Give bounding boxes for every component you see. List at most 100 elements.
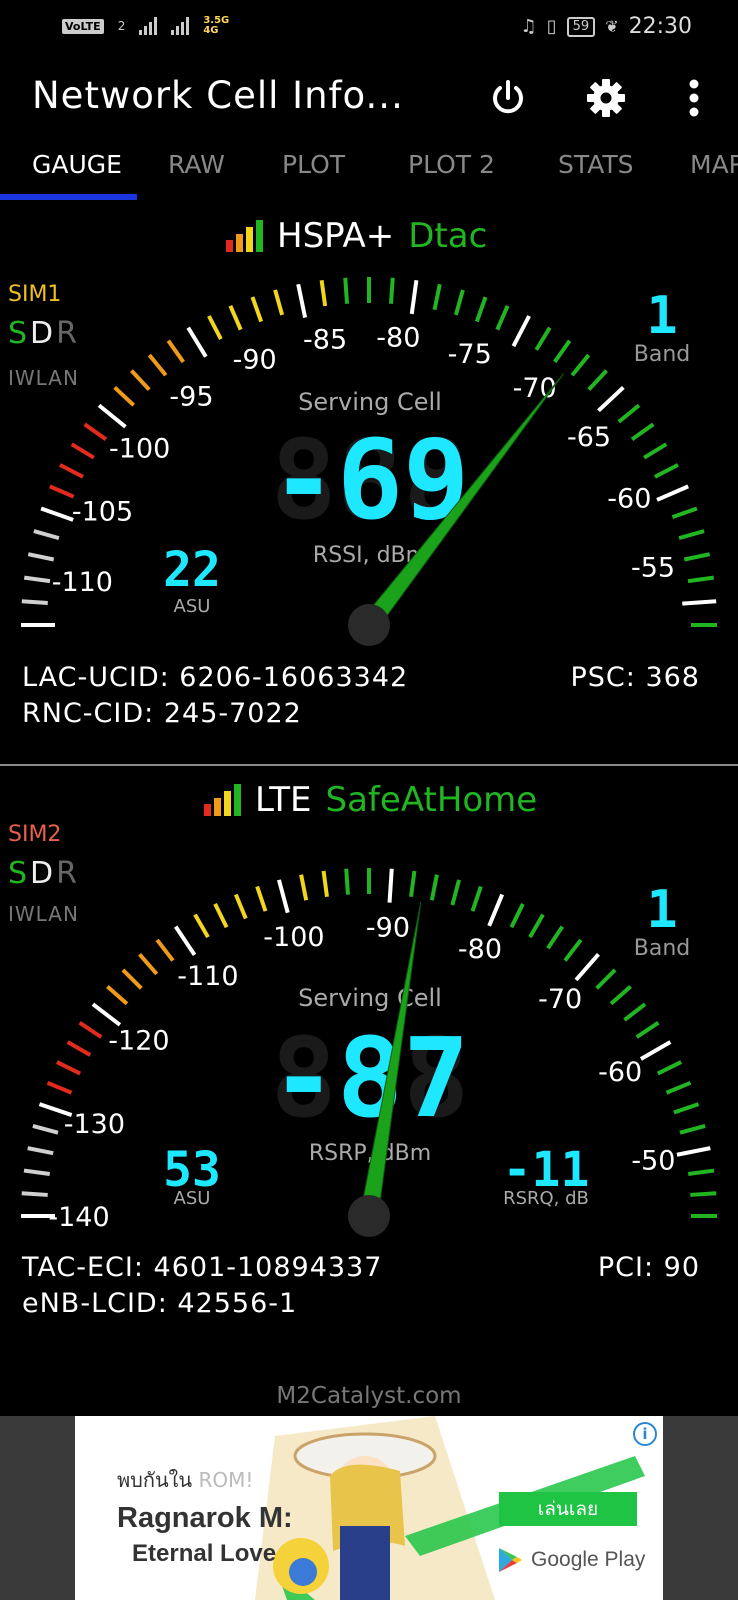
- sim1-section: HSPA+ Dtac SIM1 SDR IWLAN 1 Band -110 -10…: [0, 202, 738, 764]
- sim2-gauge-tick: [138, 953, 159, 976]
- signal-strength-icon: [139, 17, 158, 35]
- sim1-gauge-tick: [617, 403, 641, 424]
- sim1-psc: PSC: 368: [570, 662, 700, 693]
- sim2-gauge-tick: [450, 879, 462, 906]
- sim1-gauge-tick-label: -70: [513, 373, 557, 404]
- sim1-gauge-tick: [409, 279, 419, 315]
- sim1-network-header: HSPA+ Dtac: [226, 216, 487, 256]
- sim1-gauge-tick: [23, 575, 51, 584]
- tab-gauge[interactable]: GAUGE: [32, 150, 122, 179]
- sim1-gauge-tick-label: -75: [448, 339, 492, 370]
- sim1-gauge-tick: [553, 339, 572, 364]
- sim1-gauge-tick-label: -105: [72, 497, 133, 528]
- tab-indicator: [0, 194, 137, 200]
- sim2-technology: LTE: [255, 780, 312, 820]
- power-button[interactable]: [480, 70, 536, 126]
- overflow-menu-button[interactable]: [666, 70, 722, 126]
- headphones-icon: ♫: [520, 16, 537, 37]
- sim2-signal-bars-icon: [204, 784, 241, 816]
- sim1-gauge-tick: [33, 529, 60, 541]
- sim1-gauge-tick: [49, 484, 75, 499]
- sim1-gauge-tick: [343, 277, 350, 304]
- vibrate-icon: ▯: [546, 16, 557, 37]
- sim1-gauge-tick: [186, 326, 208, 358]
- sim2-gauge-tick: [470, 885, 483, 912]
- sim1-gauge-tick: [97, 403, 127, 429]
- sim2-gauge-tick: [679, 1123, 706, 1135]
- sim2-gauge-tick: [487, 893, 505, 927]
- tab-bar: GAUGE RAW PLOT PLOT 2 STATS MAP: [0, 138, 738, 202]
- sim2-gauge-tick: [639, 1040, 672, 1061]
- sim1-gauge-tick: [147, 353, 168, 377]
- tab-raw[interactable]: RAW: [168, 150, 225, 179]
- sim2-gauge-value: -87: [271, 1014, 470, 1142]
- sim2-gauge-tick: [623, 1002, 647, 1022]
- sim2-gauge-tick: [255, 885, 268, 912]
- sim2-gauge-tick: [213, 903, 229, 929]
- sim2-gauge-tick: [563, 938, 583, 962]
- sim2-gauge-tick: [673, 1102, 700, 1115]
- ad-play-button[interactable]: เล่นเลย: [499, 1492, 637, 1526]
- sim2-gauge-tick: [595, 968, 617, 990]
- tab-stats[interactable]: STATS: [558, 150, 634, 179]
- settings-button[interactable]: [578, 70, 634, 126]
- ad-card[interactable]: i พบกันใน ROM! Ragnarok M: Eternal Love …: [75, 1416, 663, 1600]
- sim-slot-indicator: 2: [117, 19, 126, 33]
- sim2-gauge-tick: [687, 1168, 715, 1176]
- sim2-gauge-caption: Serving Cell: [298, 984, 442, 1012]
- sim2-gauge-tick: [635, 1020, 660, 1039]
- sim2-gauge-tick: [321, 870, 329, 898]
- sim1-gauge-tick: [678, 529, 705, 541]
- sim2-gauge-tick-label: -110: [177, 961, 238, 992]
- sim1-gauge-tick: [388, 277, 395, 304]
- sim1-gauge-tick: [432, 283, 442, 311]
- sim2-gauge-tick: [193, 913, 210, 939]
- sim2-gauge-tick: [91, 1002, 122, 1027]
- sim2-gauge-tick: [56, 1060, 82, 1076]
- sim1-gauge-tick: [453, 289, 465, 316]
- sim1-gauge-tick: [683, 552, 711, 562]
- sim2-gauge-tick: [233, 893, 248, 920]
- sim1-gauge-tick: [653, 463, 679, 479]
- signal-strength-icon-2: [171, 17, 190, 35]
- sim2-gauge-tick: [690, 1191, 717, 1197]
- sim2-gauge-tick: [276, 879, 290, 914]
- status-right: ♫ ▯ 59 ❦ 22:30: [521, 14, 692, 39]
- tab-plot[interactable]: PLOT: [282, 150, 345, 179]
- sim2-enb-lcid: eNB-LCID: 42556-1: [22, 1288, 298, 1319]
- sim1-gauge-tick-label: -55: [631, 553, 675, 584]
- sim2-gauge-tick: [21, 1191, 48, 1197]
- status-bar: VoLTE 2 3.5G 4G ♫ ▯ 59 ❦ 22:30: [0, 0, 738, 58]
- ad-title-line1: Ragnarok M:: [117, 1502, 293, 1534]
- sim1-gauge-tick: [474, 296, 488, 323]
- sim2-gauge-tick: [528, 913, 545, 939]
- app-bar: Network Cell Info...: [0, 58, 738, 138]
- sim2-gauge-tick: [676, 1146, 711, 1157]
- sim1-gauge-tick: [166, 339, 185, 364]
- sim2-tac-eci: TAC-ECI: 4601-10894337: [22, 1252, 383, 1283]
- sim1-gauge-tick: [27, 552, 55, 562]
- sim2-gauge-tick: [665, 1080, 692, 1095]
- sim2-gauge-tick: [299, 874, 309, 901]
- sim2-gauge-tick: [46, 1080, 73, 1095]
- network-type-badge: 3.5G 4G: [203, 15, 230, 36]
- sim1-gauge-tick: [587, 369, 608, 392]
- sim2-gauge-tick-label: -50: [631, 1145, 675, 1176]
- sim1-gauge-tick: [21, 599, 48, 606]
- ad-info-icon[interactable]: i: [633, 1422, 657, 1446]
- sim2-gauge-tick: [78, 1020, 103, 1039]
- sim2-operator: SafeAtHome: [325, 780, 538, 820]
- sim2-pci: PCI: 90: [597, 1252, 700, 1283]
- sim2-gauge-tick: [32, 1123, 59, 1135]
- sim1-gauge-tick: [130, 369, 151, 392]
- battery-indicator: 59: [566, 16, 596, 37]
- sim1-gauge-tick: [656, 484, 689, 502]
- m2catalyst-link[interactable]: M2Catalyst.com: [0, 1383, 738, 1409]
- tab-map[interactable]: MAP: [690, 150, 738, 179]
- tab-plot-2[interactable]: PLOT 2: [408, 150, 495, 179]
- ad-google-play-button[interactable]: Google Play: [497, 1546, 645, 1574]
- sim1-gauge-tick: [495, 305, 510, 331]
- sim1-gauge-tick: [296, 283, 308, 318]
- sim2-gauge-tick: [409, 870, 417, 898]
- more-vert-icon: [689, 79, 699, 117]
